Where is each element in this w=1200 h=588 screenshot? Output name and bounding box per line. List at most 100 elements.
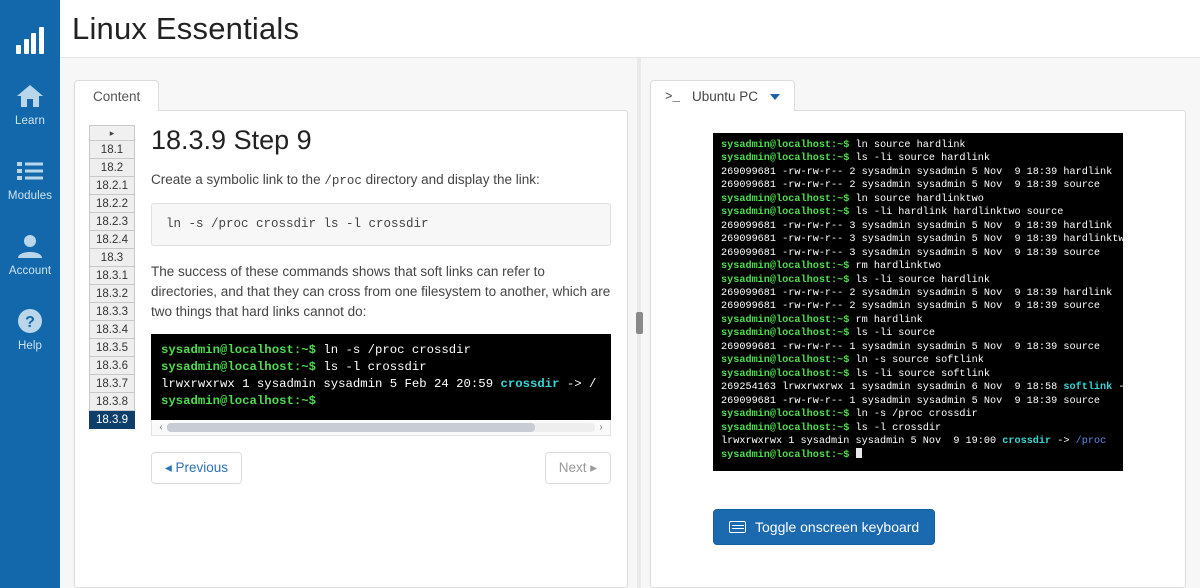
scroll-right-icon[interactable]: › — [595, 422, 607, 433]
step-item[interactable]: 18.3.4 — [89, 321, 135, 339]
terminal-text: sysadmin@localhost:~$ — [721, 193, 856, 205]
lesson-heading: 18.3.9 Step 9 — [151, 125, 312, 155]
terminal-text: /proc — [1075, 435, 1107, 447]
terminal-line: sysadmin@localhost:~$ ls -li hardlink ha… — [721, 206, 1115, 219]
step-item[interactable]: 18.3.8 — [89, 393, 135, 411]
sidebar-item-account[interactable]: Account — [0, 220, 60, 283]
terminal-text: ls -l crossdir — [323, 359, 427, 374]
next-button[interactable]: Next ▸ — [544, 451, 611, 484]
terminal-line: sysadmin@localhost:~$ ln -s source softl… — [721, 354, 1115, 367]
terminal-line: 269099681 -rw-rw-r-- 2 sysadmin sysadmin… — [721, 166, 1115, 179]
pane-splitter[interactable] — [628, 58, 650, 588]
terminal-text: ls -li hardlink hardlinktwo source — [855, 207, 1064, 219]
lesson-intro: Create a symbolic link to the /proc dire… — [151, 170, 611, 191]
terminal-text: ln -s /proc crossdir — [323, 342, 471, 357]
sidebar: Learn Modules Account ? Help — [0, 0, 60, 588]
terminal-text: sysadmin@localhost:~$ — [721, 140, 856, 151]
scroll-left-icon[interactable]: ‹ — [155, 422, 167, 433]
terminal-line: sysadmin@localhost:~$ ls -l crossdir — [161, 359, 601, 376]
terminal-line: sysadmin@localhost:~$ ls -l crossdir — [721, 422, 1115, 435]
tab-ubuntu-pc[interactable]: >_ Ubuntu PC — [650, 80, 796, 111]
terminal-text: 269099681 -rw-rw-r-- 1 sysadmin sysadmin… — [721, 395, 1101, 407]
terminal-text: sysadmin@localhost:~$ — [721, 450, 856, 462]
svg-text:?: ? — [25, 314, 35, 331]
tab-content[interactable]: Content — [74, 80, 160, 111]
terminal-text: sysadmin@localhost:~$ — [721, 207, 856, 219]
user-icon — [13, 230, 47, 262]
scrollbar-track[interactable] — [167, 422, 595, 432]
step-item[interactable]: 18.3.1 — [89, 267, 135, 285]
terminal-text: -> / — [559, 376, 597, 391]
step-item[interactable]: 18.1 — [89, 141, 135, 159]
terminal-text: sysadmin@localhost:~$ — [721, 409, 856, 421]
keyboard-icon — [729, 520, 746, 533]
lesson-navigation: ◂ Previous Next ▸ — [151, 451, 611, 500]
command-code-block: ln -s /proc crossdir ls -l crossdir — [151, 202, 611, 246]
terminal-text: 269254163 lrwxrwxrwx 1 sysadmin sysadmin… — [721, 382, 1064, 394]
terminal-line: sysadmin@localhost:~$ — [721, 448, 1115, 462]
terminal-text: sysadmin@localhost:~$ — [721, 328, 856, 340]
step-item[interactable]: 18.2.2 — [89, 195, 135, 213]
terminal-line: 269099681 -rw-rw-r-- 2 sysadmin sysadmin… — [721, 179, 1115, 192]
list-icon — [13, 155, 47, 187]
step-item[interactable]: 18.2 — [89, 159, 135, 177]
sidebar-item-modules[interactable]: Modules — [0, 145, 60, 208]
chevron-down-icon[interactable] — [770, 93, 781, 100]
intro-inline-code: /proc — [324, 174, 362, 188]
sidebar-item-help[interactable]: ? Help — [0, 295, 60, 358]
step-item[interactable]: 18.2.1 — [89, 177, 135, 195]
toggle-keyboard-label: Toggle onscreen keyboard — [755, 518, 920, 535]
step-item[interactable]: 18.3.6 — [89, 357, 135, 375]
step-item[interactable]: 18.3.5 — [89, 339, 135, 357]
splitter-grip[interactable] — [635, 312, 643, 334]
step-item[interactable]: 18.3.9 — [89, 411, 135, 429]
panes-container: Content ▸ 18.1 18.2 18.2.1 18.2.2 18.2.3 18.2… — [60, 58, 1200, 588]
terminal-text: ln source hardlinktwo — [855, 193, 984, 205]
terminal-text: ln -s /proc crossdir — [855, 409, 978, 421]
keyboard-button-row: Toggle onscreen keyboard — [713, 508, 1123, 545]
header-bar: Linux Essentials — [60, 0, 1200, 58]
ubuntu-terminal[interactable]: sysadmin@localhost:~$ ln source hardlink… — [713, 133, 1173, 471]
step-item[interactable]: 18.3.3 — [89, 303, 135, 321]
terminal-text: 269099681 -rw-rw-r-- 2 sysadmin sysadmin… — [721, 287, 1113, 299]
terminal-line: sysadmin@localhost:~$ ls -li source hard… — [721, 274, 1115, 287]
sidebar-item-learn[interactable]: Learn — [0, 70, 60, 133]
sidebar-item-label: Account — [8, 265, 52, 277]
step-scroll-up-button[interactable]: ▸ — [89, 125, 135, 141]
step-item[interactable]: 18.3.2 — [89, 285, 135, 303]
terminal-cursor — [855, 448, 862, 459]
terminal-line: lrwxrwxrwx 1 sysadmin sysadmin 5 Nov 9 1… — [721, 435, 1115, 448]
tab-ubuntu-pc-label: Ubuntu PC — [692, 89, 759, 104]
toggle-onscreen-keyboard-button[interactable]: Toggle onscreen keyboard — [713, 508, 936, 545]
step-item[interactable]: 18.3.7 — [89, 375, 135, 393]
terminal-text: crossdir — [500, 376, 560, 391]
terminal-text: ls -li source hardlink — [855, 274, 991, 286]
terminal-text: softlink — [1063, 382, 1113, 394]
terminal-text: sysadmin@localhost:~$ — [721, 153, 856, 165]
step-item[interactable]: 18.2.4 — [89, 231, 135, 249]
terminal-pane: >_ Ubuntu PC sysadmin@localhost:~$ ln so… — [650, 58, 1200, 588]
inline-terminal-output: sysadmin@localhost:~$ ln -s /proc crossd… — [151, 333, 611, 420]
splitter-bar[interactable] — [635, 58, 643, 588]
terminal-text: lrwxrwxrwx 1 sysadmin sysadmin 5 Nov 9 1… — [721, 435, 1003, 447]
home-icon — [13, 80, 47, 112]
terminal-text: lrwxrwxrwx 1 sysadmin sysadmin 5 Feb 24 … — [161, 376, 501, 391]
step-item[interactable]: 18.2.3 — [89, 213, 135, 231]
scrollbar-thumb[interactable] — [167, 422, 536, 432]
terminal-text: rm hardlink — [855, 314, 923, 326]
terminal-line: 269099681 -rw-rw-r-- 3 sysadmin sysadmin… — [721, 220, 1115, 233]
intro-text-after: directory and display the link: — [365, 172, 540, 187]
terminal-text: ls -li source — [855, 328, 935, 340]
terminal-text: crossdir — [1002, 435, 1052, 447]
terminal-text: ln -s source softlink — [855, 355, 984, 367]
terminal-line: sysadmin@localhost:~$ ln -s /proc crossd… — [721, 408, 1115, 421]
terminal-text: sysadmin@localhost:~$ — [721, 422, 856, 434]
terminal-line: sysadmin@localhost:~$ ln source hardlink — [721, 139, 1115, 152]
bar-chart-icon — [10, 10, 50, 54]
inline-terminal-scrollbar[interactable]: ‹ › — [151, 419, 611, 436]
content-pane: Content ▸ 18.1 18.2 18.2.1 18.2.2 18.2.3 18.2… — [60, 58, 628, 588]
terminal-text: 269099681 -rw-rw-r-- 1 sysadmin sysadmin… — [721, 341, 1101, 353]
sidebar-item-label: Learn — [15, 115, 45, 127]
previous-button[interactable]: ◂ Previous — [151, 451, 243, 484]
step-item[interactable]: 18.3 — [89, 249, 135, 267]
